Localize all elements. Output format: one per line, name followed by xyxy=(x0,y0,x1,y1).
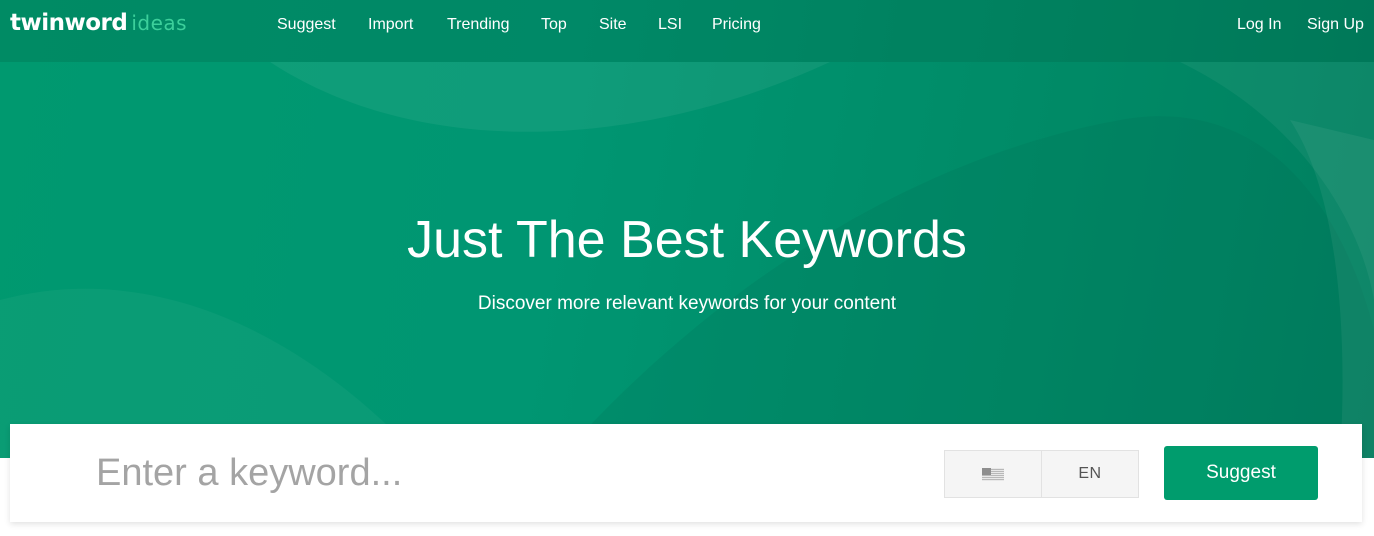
logo-sub-text: ideas xyxy=(131,11,188,35)
us-flag-icon xyxy=(982,467,1004,481)
nav-item-site[interactable]: Site xyxy=(599,0,627,50)
nav-item-suggest[interactable]: Suggest xyxy=(277,0,336,50)
signup-link[interactable]: Sign Up xyxy=(1307,0,1364,50)
nav-item-import[interactable]: Import xyxy=(368,0,413,50)
nav-item-trending[interactable]: Trending xyxy=(447,0,510,50)
keyword-search-input[interactable] xyxy=(94,442,918,504)
login-link[interactable]: Log In xyxy=(1237,0,1281,50)
nav-item-top[interactable]: Top xyxy=(541,0,567,50)
hero-subtitle: Discover more relevant keywords for your… xyxy=(477,293,897,314)
twinword-ideas-logo[interactable]: twinword ideas xyxy=(10,8,187,38)
country-selector[interactable] xyxy=(944,450,1042,498)
hero-title: Just The Best Keywords xyxy=(407,211,967,269)
suggest-button[interactable]: Suggest xyxy=(1164,446,1318,500)
top-navbar: twinword ideas Suggest Import Trending T… xyxy=(0,0,1374,62)
language-selector[interactable]: EN xyxy=(1042,450,1139,498)
nav-item-pricing[interactable]: Pricing xyxy=(712,0,761,50)
logo-main-text: twinword xyxy=(10,10,128,36)
search-bar: EN Suggest xyxy=(10,424,1362,522)
nav-item-lsi[interactable]: LSI xyxy=(658,0,682,50)
